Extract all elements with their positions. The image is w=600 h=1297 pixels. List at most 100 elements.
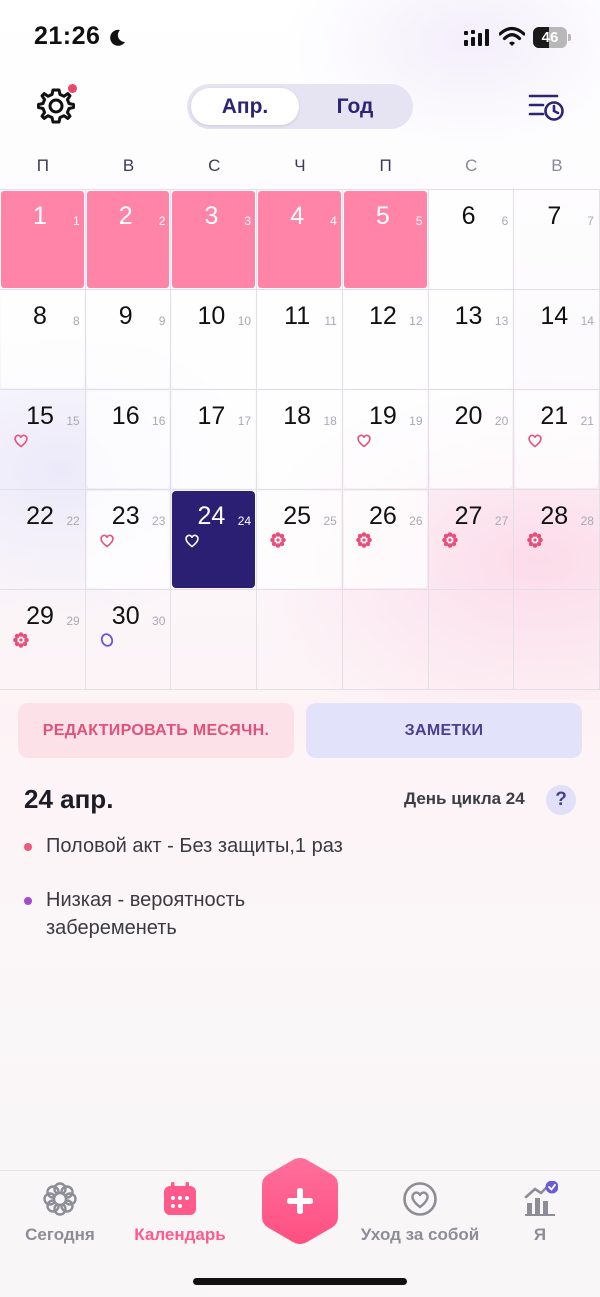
note-dot	[24, 897, 32, 905]
calendar-day-cell[interactable]: 22	[85, 190, 172, 290]
edit-period-button[interactable]: РЕДАКТИРОВАТЬ МЕСЯЧН.	[18, 703, 294, 758]
note-text: Низкая - вероятность забеременеть	[46, 889, 246, 939]
calendar-day-cell[interactable]: 17 17	[171, 390, 258, 490]
status-time: 21:26	[34, 22, 101, 50]
day-number-text: 7	[547, 202, 562, 230]
battery-body: 46	[533, 27, 567, 48]
calendar-day-cell[interactable]: 66	[428, 190, 515, 290]
segment-year[interactable]: Год	[301, 88, 409, 125]
cycle-day-number: 16	[152, 414, 166, 428]
calendar-day-cell[interactable]: 10 10	[171, 290, 258, 390]
calendar-day-cell[interactable]: 88	[0, 290, 86, 390]
heart-icon	[526, 431, 544, 449]
calendar-day-cell[interactable]: 21 21	[514, 390, 600, 490]
calendar-day-cell[interactable]: 24 24	[171, 490, 258, 590]
calendar-day-cell[interactable]: 11	[0, 190, 86, 290]
cycle-day-number: 10	[237, 314, 252, 328]
calendar-day-cell[interactable]: 99	[85, 290, 172, 390]
cycle-day-number: 20	[494, 414, 509, 428]
cycle-day-number: 29	[66, 614, 80, 628]
day-number-text: 22	[26, 502, 54, 530]
calendar-empty-cell	[342, 590, 429, 690]
cycle-day-label: День цикла 24	[404, 789, 525, 808]
day-number-text: 1	[33, 202, 47, 230]
cycle-day-number: 14	[580, 314, 594, 328]
cell-background	[515, 591, 598, 688]
calendar-empty-cell	[514, 590, 600, 690]
battery-indicator: 46	[533, 27, 571, 48]
day-number-text: 12	[368, 302, 397, 330]
calendar-day-cell[interactable]: 12 12	[342, 290, 429, 390]
calendar-day-cell[interactable]: 15 15	[0, 390, 86, 490]
calendar-empty-cell	[428, 590, 515, 690]
cycle-day-number: 13	[494, 314, 509, 328]
cycle-day-number: 11	[324, 314, 337, 328]
note-text: Половой акт - Без защиты,1 раз	[46, 835, 343, 857]
calendar-empty-cell	[257, 590, 343, 690]
heart-icon	[183, 531, 201, 549]
cycle-day-number: 2	[158, 214, 166, 228]
segment-month[interactable]: Апр.	[191, 88, 299, 125]
calendar-day-cell[interactable]: 30 30	[85, 590, 172, 690]
calendar-day-cell[interactable]: 25 25	[257, 490, 343, 590]
day-number-text: 29	[26, 602, 54, 630]
calendar-day-cell[interactable]: 22 22	[0, 490, 86, 590]
cycle-day-number: 19	[409, 414, 423, 428]
notification-dot	[68, 84, 77, 93]
cell-background	[258, 591, 341, 688]
calendar-day-cell[interactable]: 11 11	[257, 290, 343, 390]
cycle-history-icon[interactable]	[527, 91, 565, 123]
calendar-day-cell[interactable]: 20 20	[428, 390, 515, 490]
cycle-day-number: 25	[323, 514, 337, 528]
cycle-day-number: 6	[501, 214, 509, 228]
day-number-text: 24	[197, 502, 226, 530]
weekday-label: С	[465, 156, 478, 175]
day-number-text: 4	[290, 202, 305, 230]
calendar-day-cell[interactable]: 13 13	[428, 290, 515, 390]
calendar-day-cell[interactable]: 14 14	[514, 290, 600, 390]
notes-button[interactable]: ЗАМЕТКИ	[306, 703, 582, 758]
cycle-day-number: 17	[237, 414, 252, 428]
calendar-day-cell[interactable]: 28 28	[514, 490, 600, 590]
calendar-grid: 1 1 2 2 3 3 4 4 5 5 6 6 7 7 8 8 9 9 10 10 11 11 12 12 13 13 14 14 15…	[0, 189, 600, 690]
chart-badge-icon	[524, 1181, 558, 1216]
calendar-day-cell[interactable]: 19 19	[342, 390, 429, 490]
day-number-text: 13	[454, 302, 483, 330]
weekday-header: П В С Ч П С В	[0, 156, 600, 180]
calendar-day-cell[interactable]: 44	[257, 190, 343, 290]
cycle-day-number: 21	[580, 414, 594, 428]
cell-background	[430, 591, 513, 688]
note-dot	[24, 843, 32, 851]
calendar-day-cell[interactable]: 16 16	[85, 390, 172, 490]
view-segmented-control[interactable]: Апр. Год	[187, 84, 413, 129]
calendar-day-cell[interactable]: 27 27	[428, 490, 515, 590]
flower-icon	[43, 1182, 77, 1216]
weekday-label: П	[36, 156, 49, 175]
calendar-day-cell[interactable]: 29 29	[0, 590, 86, 690]
day-number-text: 23	[111, 502, 140, 530]
cellular-signal-icon	[464, 29, 489, 46]
help-button[interactable]: ?	[546, 785, 576, 815]
cycle-day-number: 8	[73, 314, 80, 328]
add-plus-button[interactable]	[260, 1156, 340, 1246]
flower-icon	[526, 531, 544, 549]
cycle-day-number: 24	[237, 514, 252, 528]
calendar-day-cell[interactable]: 26 26	[342, 490, 429, 590]
day-number-text: 3	[204, 202, 219, 230]
calendar-day-cell[interactable]: 23 23	[85, 490, 172, 590]
weekday-label: В	[122, 156, 135, 175]
calendar-day-cell[interactable]: 77	[514, 190, 600, 290]
weekday-label: П	[379, 156, 392, 175]
cycle-day-number: 28	[580, 514, 594, 528]
calendar-day-cell[interactable]: 55	[342, 190, 429, 290]
cycle-day-number: 4	[330, 214, 337, 228]
day-number-text: 6	[461, 202, 476, 230]
calendar-day-cell[interactable]: 33	[171, 190, 258, 290]
cycle-day-number: 1	[73, 214, 80, 228]
cycle-day-number: 5	[415, 214, 423, 228]
heart-icon	[98, 531, 116, 549]
day-number-text: 26	[368, 502, 397, 530]
tab-label: Календарь	[134, 1225, 226, 1244]
calendar-day-cell[interactable]: 18 18	[257, 390, 343, 490]
ovulation-oval-icon	[98, 631, 116, 649]
